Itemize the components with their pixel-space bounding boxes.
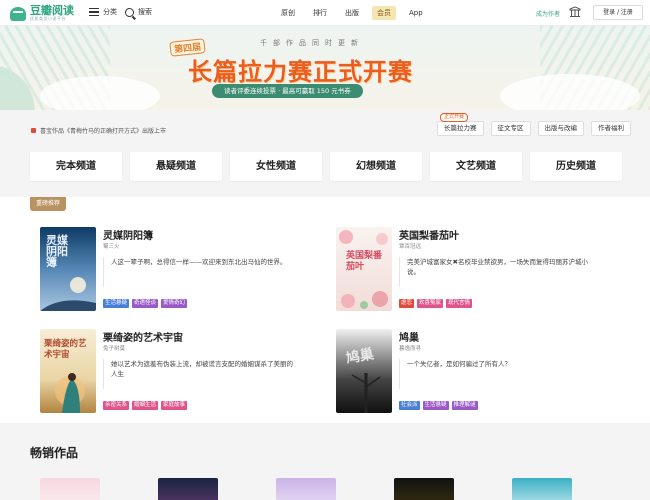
- tab-publishing[interactable]: 出版: [340, 6, 364, 20]
- tag[interactable]: 欢喜冤家: [417, 299, 444, 308]
- channel-fantasy[interactable]: 幻想频道: [330, 152, 422, 181]
- book-title[interactable]: 鸠巢: [399, 329, 419, 344]
- started-badge: 正式开赛: [440, 113, 469, 122]
- book-description: 一个失亿者，是如何骗过了所有人？: [399, 359, 589, 389]
- tag[interactable]: 奇遇怪谈: [132, 299, 159, 308]
- search-button[interactable]: 搜索: [125, 7, 152, 17]
- announcement-text: 喜宝作品《青梅竹马的正确打开方式》出版上市: [40, 128, 167, 135]
- tag[interactable]: 社会派: [399, 401, 420, 410]
- book-author[interactable]: 覃百冠远: [399, 242, 421, 250]
- category-label: 分类: [103, 8, 117, 16]
- tab-ranking[interactable]: 排行: [308, 6, 332, 20]
- book-card[interactable]: 灵媒阴阳簿 灵媒阴阳簿 蜀三火 人这一辈子啊，总得信一样——欢迎来到东北出马仙的…: [30, 227, 300, 317]
- search-icon: [125, 7, 134, 17]
- cover-moon-art: [40, 277, 96, 311]
- channel-completed[interactable]: 完本频道: [30, 152, 122, 181]
- login-register-button[interactable]: 登录 / 注册: [593, 5, 643, 20]
- banner-cloud: [40, 76, 160, 110]
- book-author[interactable]: 兔子树莫: [103, 344, 125, 352]
- tab-app[interactable]: App: [404, 6, 428, 20]
- channel-female[interactable]: 女性频道: [230, 152, 322, 181]
- quick-link-contest[interactable]: 征文专区: [490, 121, 531, 136]
- logo-name: 豆瓣阅读: [30, 4, 74, 17]
- cover-figure-art: [55, 373, 85, 413]
- quick-links: 正式开赛 长篇拉力赛 征文专区 出版与改编 作者福利: [437, 113, 631, 136]
- top-header: 豆瓣阅读 优质类型小说平台 分类 搜索 原创 排行 出版 会员 App 成为作者…: [0, 0, 650, 26]
- banner-subheading: 千部作品同时更新: [260, 39, 364, 47]
- quick-link-publishing[interactable]: 出版与改编: [537, 121, 584, 136]
- quick-link-rally[interactable]: 正式开赛 长篇拉力赛: [437, 113, 484, 136]
- book-tags: 亲密关系 婚姻生活 家庭故事: [103, 401, 190, 410]
- channel-mystery[interactable]: 悬疑频道: [130, 152, 222, 181]
- book-cover[interactable]: 灵媒阴阳簿: [40, 227, 96, 311]
- notice-icon: [31, 128, 36, 133]
- hero-banner[interactable]: 第四届 千部作品同时更新 长篇拉力赛正式开赛 读者评委连续投票 · 最高可赢取 …: [0, 26, 650, 110]
- logo-icon: [10, 6, 26, 21]
- book-author[interactable]: 蜀三火: [103, 242, 120, 250]
- tab-membership[interactable]: 会员: [372, 6, 396, 20]
- book-cover[interactable]: 栗绮姿的艺术宇宙: [40, 329, 96, 413]
- tag[interactable]: 爱情奇幻: [161, 299, 188, 308]
- book-tags: 生活悬疑 奇遇怪谈 爱情奇幻: [103, 299, 190, 308]
- become-author-link[interactable]: 成为作者: [536, 9, 560, 18]
- quick-link-label: 长篇拉力赛: [444, 124, 477, 132]
- tag[interactable]: 生活悬疑: [103, 299, 130, 308]
- book-cover[interactable]: 英国梨番茄叶: [336, 227, 392, 311]
- channel-history[interactable]: 历史频道: [530, 152, 622, 181]
- tag[interactable]: 家庭故事: [161, 401, 188, 410]
- banner-title: 长篇拉力赛正式开赛: [188, 58, 413, 86]
- book-title[interactable]: 灵媒阴阳簿: [103, 227, 153, 242]
- tag[interactable]: 亲密关系: [103, 401, 130, 410]
- tag[interactable]: 婚姻生活: [132, 401, 159, 410]
- main-nav: 原创 排行 出版 会员 App: [276, 6, 436, 20]
- channel-list: 完本频道 悬疑频道 女性频道 幻想频道 文艺频道 历史频道: [30, 152, 622, 181]
- banner-info-pill: 读者评委连续投票 · 最高可赢取 150 元书券: [212, 84, 363, 98]
- book-tags: 社会派 生活悬疑 推理解谜: [399, 401, 481, 410]
- book-description: 人这一辈子啊，总得信一样——欢迎来到东北出马仙的世界。: [103, 257, 293, 287]
- quick-link-author-benefits[interactable]: 作者福利: [591, 121, 631, 136]
- book-cover[interactable]: 鸠巢: [336, 329, 392, 413]
- book-description: 完美沪城富家女✖名校毕业禁欲男，一场失而复得玛丽苏沪城小说。: [399, 257, 589, 287]
- tag[interactable]: 现代言情: [446, 299, 473, 308]
- book-title[interactable]: 栗绮姿的艺术宇宙: [103, 329, 183, 344]
- site-logo[interactable]: 豆瓣阅读 优质类型小说平台: [10, 5, 74, 22]
- bestseller-cover[interactable]: [276, 478, 336, 500]
- search-label: 搜索: [138, 8, 152, 16]
- bestseller-cover[interactable]: [394, 478, 454, 500]
- bestseller-heading: 畅销作品: [30, 446, 79, 460]
- announcement[interactable]: 喜宝作品《青梅竹马的正确打开方式》出版上市: [31, 126, 166, 135]
- logo-tagline: 优质类型小说平台: [30, 16, 66, 21]
- bestseller-cover[interactable]: [158, 478, 218, 500]
- bestseller-cover[interactable]: [512, 478, 572, 500]
- hamburger-icon: [89, 8, 99, 16]
- category-menu-button[interactable]: 分类: [89, 7, 117, 17]
- channel-literary[interactable]: 文艺频道: [430, 152, 522, 181]
- book-description: 她以艺术为遮羞布伪装上流，却被谎言支配的婚姻谋杀了美丽的人生: [103, 359, 293, 389]
- tag[interactable]: 生活悬疑: [422, 401, 449, 410]
- cover-title: 灵媒阴阳簿: [46, 234, 68, 269]
- featured-label: 重磅推荐: [30, 197, 67, 211]
- book-tags: 虐恋 欢喜冤家 现代言情: [399, 299, 475, 308]
- book-card[interactable]: 栗绮姿的艺术宇宙 栗绮姿的艺术宇宙 兔子树莫 她以艺术为遮羞布伪装上流，却被谎言…: [30, 329, 300, 419]
- tab-original[interactable]: 原创: [276, 6, 300, 20]
- banner-cloud: [500, 74, 640, 110]
- book-author[interactable]: 暮逸而寻: [399, 344, 421, 352]
- cover-title: 鸠巢: [344, 346, 376, 368]
- book-card[interactable]: 鸠巢 鸠巢 暮逸而寻 一个失亿者，是如何骗过了所有人？ 社会派 生活悬疑 推理解…: [326, 329, 596, 419]
- bestseller-cover[interactable]: [40, 478, 100, 500]
- bestseller-list: [40, 478, 630, 500]
- bookshelf-icon[interactable]: [569, 6, 581, 18]
- book-title[interactable]: 英国梨番茄叶: [399, 227, 459, 242]
- cover-tree-art: [351, 373, 381, 413]
- cover-flower-art: [339, 230, 388, 309]
- featured-section: 重磅推荐 灵媒阴阳簿 灵媒阴阳簿 蜀三火 人这一辈子啊，总得信一样——欢迎来到东…: [0, 197, 650, 423]
- cover-title: 栗绮姿的艺术宇宙: [44, 339, 87, 360]
- tag[interactable]: 虐恋: [399, 299, 415, 308]
- tag[interactable]: 推理解谜: [451, 401, 478, 410]
- book-card[interactable]: 英国梨番茄叶 英国梨番茄叶 覃百冠远 完美沪城富家女✖名校毕业禁欲男，一场失而复…: [326, 227, 596, 317]
